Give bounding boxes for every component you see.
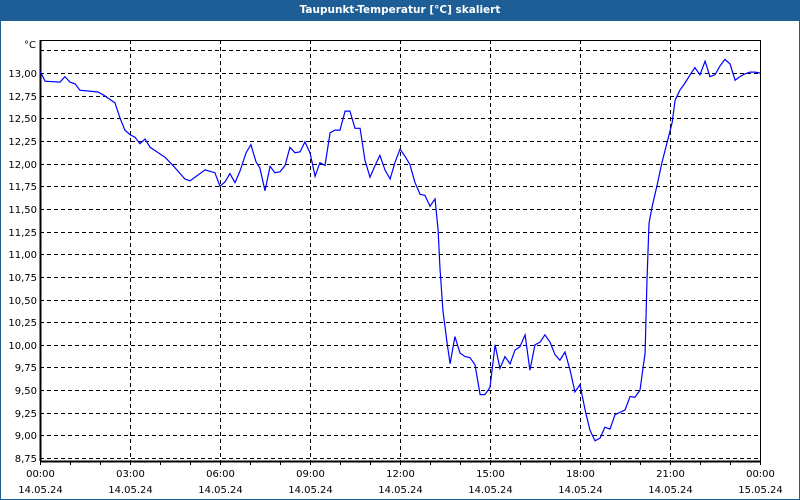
y-tick-label: 13,00 xyxy=(8,69,37,80)
x-tick-time: 06:00 xyxy=(206,469,235,480)
x-tick-date: 14.05.24 xyxy=(378,485,423,496)
x-tick-date: 14.05.24 xyxy=(198,485,243,496)
y-tick-label: 10,00 xyxy=(8,341,37,352)
y-tick-label: 12,25 xyxy=(8,137,37,148)
x-tick-date: 14.05.24 xyxy=(468,485,513,496)
x-tick-time: 00:00 xyxy=(746,469,775,480)
x-tick-date: 14.05.24 xyxy=(108,485,153,496)
x-tick-labels: 00:00 14.05.24 03:00 14.05.24 06:00 14.05.24 0… xyxy=(18,469,783,496)
y-tick-label: 10,25 xyxy=(8,318,37,329)
x-tick-time: 15:00 xyxy=(476,469,505,480)
x-tick-date: 15.05.24 xyxy=(738,485,783,496)
y-tick-label: 12,50 xyxy=(8,114,37,125)
x-tick-date: 14.05.24 xyxy=(18,485,63,496)
y-tick-label: 10,75 xyxy=(8,273,37,284)
y-tick-label: 11,75 xyxy=(8,182,37,193)
y-tick-label: 11,50 xyxy=(8,205,37,216)
x-tick-date: 14.05.24 xyxy=(288,485,333,496)
y-tick-label: 11,25 xyxy=(8,228,37,239)
x-tick-date: 14.05.24 xyxy=(558,485,603,496)
y-tick-labels: 13,00 12,75 12,50 12,25 12,00 11,75 11,50 11,25… xyxy=(8,69,37,465)
gridlines xyxy=(40,40,760,461)
x-tick-time: 12:00 xyxy=(386,469,415,480)
y-tick-label: 11,00 xyxy=(8,250,37,261)
y-tick-label: 8,75 xyxy=(15,454,37,465)
x-tick-time: 09:00 xyxy=(296,469,325,480)
y-tick-label: 9,75 xyxy=(15,363,37,374)
y-axis-unit: °C xyxy=(24,40,36,51)
dewpoint-chart: °C 13,00 12,75 12,50 12,25 12,00 11,75 11,50 11… xyxy=(8,40,783,496)
x-tick-time: 03:00 xyxy=(116,469,145,480)
x-tick-time: 18:00 xyxy=(566,469,595,480)
y-tick-label: 12,00 xyxy=(8,160,37,171)
y-tick-label: 9,50 xyxy=(15,386,37,397)
x-tick-date: 14.05.24 xyxy=(648,485,693,496)
y-tick-label: 9,25 xyxy=(15,409,37,420)
y-tick-label: 9,00 xyxy=(15,431,37,442)
y-tick-label: 10,50 xyxy=(8,296,37,307)
x-tick-time: 21:00 xyxy=(656,469,685,480)
y-tick-label: 12,75 xyxy=(8,92,37,103)
x-tick-time: 00:00 xyxy=(26,469,55,480)
